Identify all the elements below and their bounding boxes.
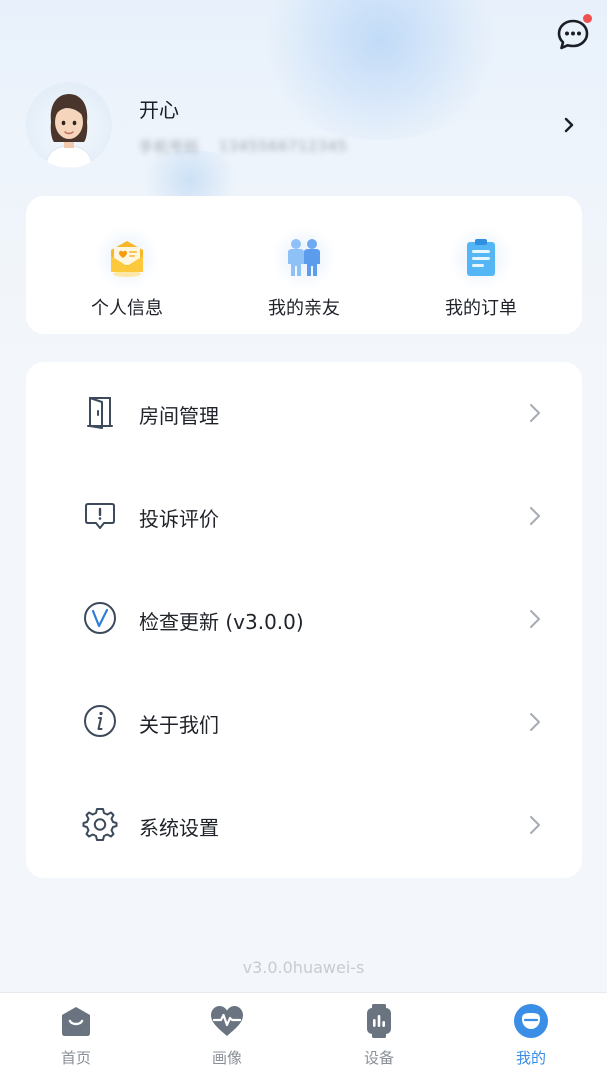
account-info-blurred: 手机号码 1345566712345	[139, 138, 348, 156]
blurred-label: 手机号码	[139, 140, 199, 156]
tab-label: 我的	[515, 1049, 546, 1067]
nickname: 开心	[139, 98, 179, 122]
tab-devices[interactable]: 设备	[329, 1003, 429, 1068]
menu-item-label: 检查更新 (v3.0.0)	[139, 610, 304, 634]
menu-item-room-management[interactable]: 房间管理	[26, 362, 582, 465]
blurred-value: 1345566712345	[219, 139, 348, 155]
quick-action-personal-info[interactable]: 个人信息	[57, 226, 197, 320]
menu-item-complaint[interactable]: 投诉评价	[26, 465, 582, 568]
tab-label: 画像	[211, 1049, 242, 1067]
update-icon	[84, 602, 116, 634]
chevron-right-icon	[530, 404, 540, 422]
bottom-tab-bar: 首页 画像 设备 我的	[0, 992, 607, 1080]
door-icon	[87, 397, 113, 429]
quick-action-orders[interactable]: 我的订单	[411, 226, 551, 320]
chevron-right-icon	[530, 713, 540, 731]
quick-action-label: 我的订单	[445, 298, 517, 319]
order-icon	[449, 226, 513, 290]
profile-header[interactable]: 开心 手机号码 1345566712345	[26, 82, 586, 174]
personal-info-icon	[95, 226, 159, 290]
quick-action-label: 我的亲友	[268, 298, 340, 319]
quick-action-family[interactable]: 我的亲友	[234, 226, 374, 320]
heart-pulse-icon	[211, 1006, 243, 1036]
tab-label: 首页	[60, 1049, 91, 1067]
menu-item-check-update[interactable]: 检查更新 (v3.0.0)	[26, 568, 582, 671]
chat-bubble-icon	[557, 19, 589, 50]
menu-item-about-us[interactable]: 关于我们	[26, 671, 582, 774]
tab-mine[interactable]: 我的	[481, 1003, 581, 1068]
chevron-right-icon	[530, 507, 540, 525]
quick-actions-card: 个人信息 我的亲友 我的订单	[26, 196, 582, 334]
home-icon	[62, 1007, 90, 1036]
message-button[interactable]	[556, 14, 592, 52]
family-icon	[272, 226, 336, 290]
chevron-right-icon	[530, 816, 540, 834]
quick-action-label: 个人信息	[91, 298, 163, 319]
menu-item-label: 房间管理	[139, 404, 219, 428]
tab-label: 设备	[363, 1049, 394, 1067]
chevron-right-icon	[530, 610, 540, 628]
tab-home[interactable]: 首页	[26, 1003, 126, 1068]
profile-icon	[514, 1004, 548, 1038]
avatar-illustration	[45, 94, 93, 168]
info-icon	[84, 705, 116, 737]
version-text: v3.0.0huawei-s	[242, 958, 365, 977]
settings-menu: 房间管理 投诉评价 检查更新 (v3.0.0) 关于我们 系统设置	[26, 362, 582, 878]
tab-portrait[interactable]: 画像	[177, 1003, 277, 1068]
complaint-icon	[85, 503, 115, 529]
avatar[interactable]	[26, 82, 112, 168]
gear-icon	[82, 808, 118, 841]
menu-item-label: 关于我们	[139, 713, 219, 737]
menu-item-label: 投诉评价	[139, 507, 219, 531]
notification-dot	[583, 14, 592, 23]
chevron-right-icon[interactable]	[561, 116, 577, 134]
menu-item-system-settings[interactable]: 系统设置	[26, 774, 582, 877]
menu-item-label: 系统设置	[139, 816, 219, 840]
watch-icon	[367, 1004, 391, 1038]
